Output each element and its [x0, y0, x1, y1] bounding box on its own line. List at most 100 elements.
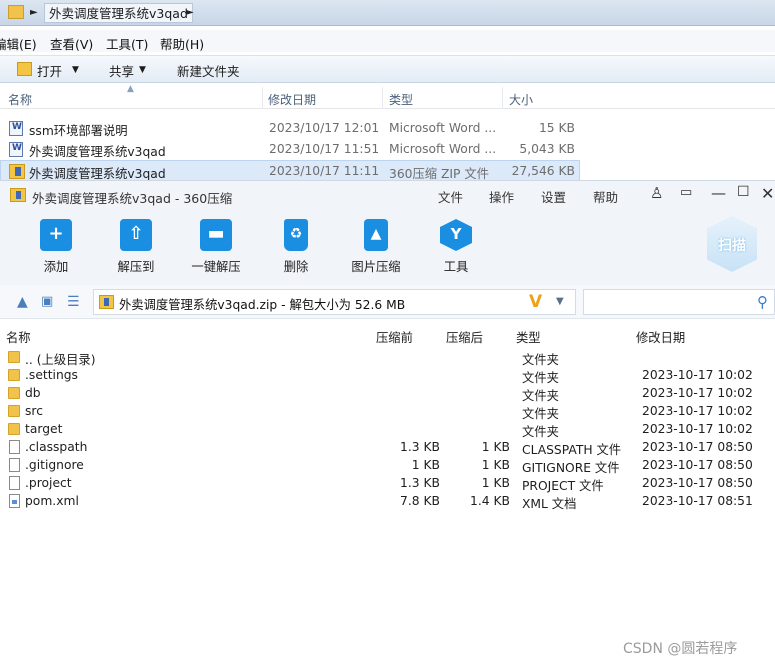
- tools-icon: Y: [440, 219, 472, 251]
- explorer-toolbar: 打开 ▼ 共享 ▼ 新建文件夹: [0, 55, 775, 83]
- chevron-down-icon[interactable]: ▼: [139, 65, 146, 75]
- maximize-icon[interactable]: ☐: [737, 184, 750, 200]
- file-icon: [9, 476, 20, 490]
- entry-date: 2023-10-17 08:51: [642, 494, 753, 508]
- breadcrumb-arrow-icon[interactable]: ►: [186, 7, 194, 18]
- entry-name: db: [25, 386, 41, 400]
- list-item[interactable]: .classpath 1.3 KB 1 KB CLASSPATH 文件 2023…: [0, 438, 775, 457]
- menu-view[interactable]: 查看(V): [50, 34, 93, 53]
- entry-after: 1 KB: [481, 440, 510, 454]
- column-before[interactable]: 压缩前: [376, 328, 413, 346]
- chevron-down-icon[interactable]: ▼: [72, 65, 79, 75]
- column-type[interactable]: 类型: [516, 328, 541, 346]
- path-text: 外卖调度管理系统v3qad.zip - 解包大小为 52.6 MB: [119, 298, 406, 312]
- skin-icon[interactable]: ♙: [650, 184, 663, 202]
- list-item[interactable]: .project 1.3 KB 1 KB PROJECT 文件 2023-10-…: [0, 474, 775, 493]
- list-item[interactable]: db 文件夹 2023-10-17 10:02: [0, 384, 775, 403]
- column-name[interactable]: 名称: [6, 328, 31, 346]
- image-compress-button[interactable]: ▲ 图片压缩: [346, 219, 406, 275]
- column-date[interactable]: 修改日期: [268, 91, 316, 108]
- file-size: 5,043 KB: [519, 142, 575, 156]
- scan-button[interactable]: 扫描: [707, 216, 757, 272]
- column-size[interactable]: 大小: [509, 91, 533, 108]
- entry-after: 1 KB: [481, 476, 510, 490]
- column-divider: [382, 87, 383, 109]
- column-type[interactable]: 类型: [389, 91, 413, 108]
- screen: ► 外卖调度管理系统v3qad ► 编辑(E) 查看(V) 工具(T) 帮助(H…: [0, 0, 775, 665]
- tools-button[interactable]: Y 工具: [426, 219, 486, 275]
- column-after[interactable]: 压缩后: [446, 328, 483, 346]
- list-item[interactable]: pom.xml 7.8 KB 1.4 KB XML 文档 2023-10-17 …: [0, 492, 775, 511]
- entry-before: 1.3 KB: [400, 440, 440, 454]
- menu-help[interactable]: 帮助(H): [160, 34, 204, 53]
- open-button[interactable]: 打开: [37, 61, 62, 80]
- entry-date: 2023-10-17 10:02: [642, 404, 753, 418]
- column-divider: [262, 87, 263, 109]
- folder-icon: [8, 405, 20, 417]
- file-icon: [9, 458, 20, 472]
- zip-icon: [9, 164, 25, 179]
- entry-name: .classpath: [25, 440, 88, 454]
- zip-column-header: 名称 压缩前 压缩后 类型 修改日期: [0, 325, 775, 345]
- column-date[interactable]: 修改日期: [636, 328, 685, 346]
- extract-to-button[interactable]: ⇧ 解压到: [106, 219, 166, 275]
- add-icon: +: [40, 219, 72, 251]
- share-button[interactable]: 共享: [109, 61, 134, 80]
- breadcrumb-segment[interactable]: 外卖调度管理系统v3qad: [44, 3, 193, 23]
- folder-icon: [8, 5, 24, 19]
- zip-window: 外卖调度管理系统v3qad - 360压缩 文件 操作 设置 帮助 ♙ ▭ — …: [0, 180, 775, 665]
- file-row[interactable]: ssm环境部署说明 2023/10/17 12:01 Microsoft Wor…: [0, 118, 580, 139]
- search-input[interactable]: ⚲: [583, 289, 775, 315]
- entry-before: 7.8 KB: [400, 494, 440, 508]
- list-view-icon[interactable]: ☰: [67, 294, 80, 310]
- folder-icon: [8, 369, 20, 381]
- path-field[interactable]: 外卖调度管理系统v3qad.zip - 解包大小为 52.6 MB V ▼: [93, 289, 576, 315]
- list-item[interactable]: .gitignore 1 KB 1 KB GITIGNORE 文件 2023-1…: [0, 456, 775, 475]
- entry-date: 2023-10-17 10:02: [642, 422, 753, 436]
- explorer-menubar: 编辑(E) 查看(V) 工具(T) 帮助(H): [0, 30, 775, 52]
- one-click-extract-button[interactable]: ▬ 一键解压: [186, 219, 246, 275]
- entry-before: 1 KB: [411, 458, 440, 472]
- file-row-selected[interactable]: 外卖调度管理系统v3qad 2023/10/17 11:11 360压缩 ZIP…: [0, 160, 580, 181]
- entry-name: .gitignore: [25, 458, 84, 472]
- add-button[interactable]: + 添加: [26, 219, 86, 275]
- thumbnail-view-icon[interactable]: ▣: [41, 294, 53, 309]
- column-name[interactable]: 名称: [8, 91, 32, 108]
- close-icon[interactable]: ✕: [761, 184, 774, 203]
- tool-label: 工具: [443, 260, 469, 274]
- new-folder-button[interactable]: 新建文件夹: [177, 61, 240, 80]
- feedback-icon[interactable]: ▭: [680, 185, 692, 200]
- menu-operate[interactable]: 操作: [489, 187, 514, 206]
- delete-button[interactable]: ♻ 删除: [266, 219, 326, 275]
- list-item[interactable]: .. (上级目录) 文件夹: [0, 348, 775, 367]
- one-click-extract-icon: ▬: [200, 219, 232, 251]
- breadcrumb-arrow-icon[interactable]: ►: [30, 7, 38, 18]
- menu-settings[interactable]: 设置: [541, 187, 566, 206]
- file-name: ssm环境部署说明: [29, 124, 128, 138]
- minimize-icon[interactable]: —: [711, 184, 726, 202]
- search-icon[interactable]: ⚲: [757, 293, 768, 311]
- file-icon: [9, 440, 20, 454]
- up-icon[interactable]: ▲: [17, 294, 28, 310]
- explorer-address-bar: ► 外卖调度管理系统v3qad ►: [0, 0, 775, 26]
- entry-before: 1.3 KB: [400, 476, 440, 490]
- list-item[interactable]: .settings 文件夹 2023-10-17 10:02: [0, 366, 775, 385]
- menu-file[interactable]: 文件: [438, 187, 463, 206]
- file-row[interactable]: 外卖调度管理系统v3qad 2023/10/17 11:51 Microsoft…: [0, 139, 580, 160]
- menu-help[interactable]: 帮助: [593, 187, 618, 206]
- file-size: 15 KB: [538, 121, 575, 135]
- file-date: 2023/10/17 12:01: [269, 121, 380, 135]
- list-item[interactable]: target 文件夹 2023-10-17 10:02: [0, 420, 775, 439]
- entry-name: .settings: [25, 368, 78, 382]
- chevron-down-icon[interactable]: ▼: [556, 296, 564, 307]
- menu-tools[interactable]: 工具(T): [106, 34, 148, 53]
- list-item[interactable]: src 文件夹 2023-10-17 10:02: [0, 402, 775, 421]
- verified-icon[interactable]: V: [529, 292, 542, 312]
- tool-label: 删除: [283, 260, 309, 274]
- column-divider: [502, 87, 503, 109]
- entry-date: 2023-10-17 10:02: [642, 368, 753, 382]
- file-date: 2023/10/17 11:11: [269, 164, 380, 178]
- menu-edit[interactable]: 编辑(E): [0, 34, 37, 53]
- extract-to-icon: ⇧: [120, 219, 152, 251]
- watermark: CSDN @圆若程序: [623, 641, 738, 657]
